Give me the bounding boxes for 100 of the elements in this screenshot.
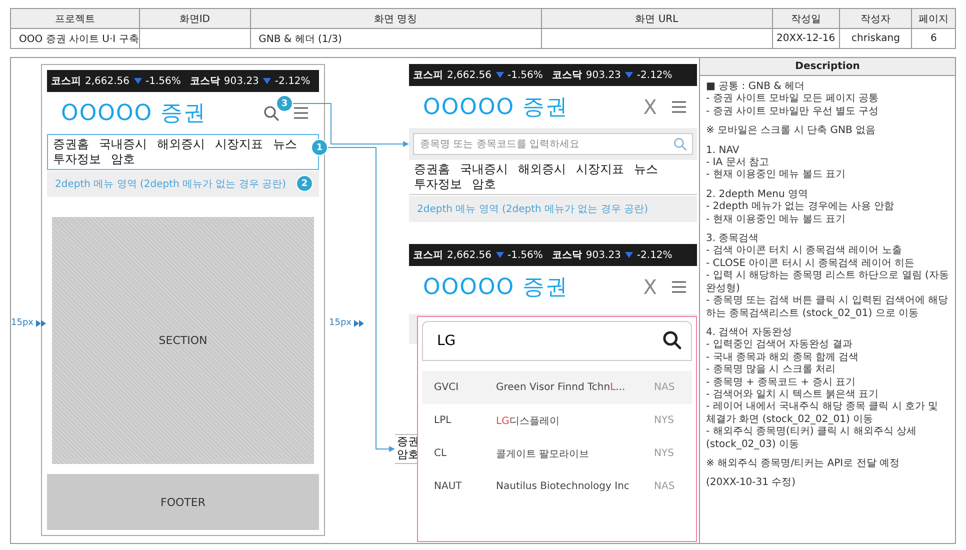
market-text: NAS <box>654 382 676 393</box>
index-value: 2,662.56 <box>85 76 130 86</box>
nav-link[interactable]: 투자정보 <box>52 152 102 167</box>
panel-title: Description <box>700 58 955 76</box>
nav-link[interactable]: 해외증시 <box>517 162 567 177</box>
marker-badge: 2 <box>296 175 313 192</box>
menu-icon <box>671 100 687 114</box>
nav-link[interactable]: 국내증시 <box>98 137 148 152</box>
menu-button[interactable] <box>671 100 687 114</box>
index-change: -1.56% <box>508 250 543 260</box>
column-header: 프로젝트 <box>11 9 140 29</box>
description-line: - CLOSE 아이콘 터시 시 종목검색 레이어 히든 <box>706 258 916 270</box>
ticker-text: LPL <box>434 415 452 426</box>
column-header: 화면 명칭 <box>250 9 542 29</box>
description-line: - 검색 아이콘 터치 시 종목검색 레이어 노출 <box>706 245 903 258</box>
search-icon <box>263 105 279 121</box>
site-logo: OOOOO 증권 <box>61 100 208 128</box>
description-line: 2. 2depth Menu 영역 <box>706 188 810 201</box>
spacing-label: 15px <box>11 318 34 328</box>
column-header: 화면ID <box>140 9 251 29</box>
ticker-text: GVCI <box>434 382 460 393</box>
market-text: NYS <box>654 415 675 426</box>
description-line: ■ 공통 : GNB & 헤더 <box>706 81 806 94</box>
menu-button[interactable] <box>293 106 309 120</box>
description-line: 1. NAV <box>706 144 740 158</box>
column-header: 작성일 <box>772 9 840 29</box>
nav-link[interactable]: 증권홈 <box>413 162 451 177</box>
nav-link[interactable]: 투자정보 <box>413 177 463 192</box>
description-line: - 레이어 내에서 국내주식 해당 종목 클릭 시 호가 및 체결가 화면 (stock_02_02_01) 이동 <box>706 401 940 426</box>
footer-label: FOOTER <box>160 496 206 508</box>
table-cell: 20XX-12-16 <box>772 29 840 49</box>
stock-name: Green Visor Finnd TchnL... <box>496 382 626 393</box>
menu-icon <box>671 280 687 294</box>
index-change: -1.56% <box>146 76 181 86</box>
nav-link[interactable]: 뉴스 <box>633 162 659 177</box>
ticker-text: CL <box>434 448 448 459</box>
stock-name: 콜게이트 팔모라이브 <box>496 448 590 460</box>
description-line: - IA 문서 참고 <box>706 157 770 170</box>
search-field[interactable]: LG <box>422 321 692 361</box>
description-line: - 증권 사이트 모바일만 우선 별도 구성 <box>706 106 880 118</box>
index-name: 코스닥 <box>552 69 582 82</box>
index-value: 2,662.56 <box>447 250 492 260</box>
search-field[interactable]: 종목명 또는 종목코드를 입력하세요 <box>413 133 693 155</box>
close-button[interactable]: X <box>643 275 657 299</box>
description-line: - 종목명 많을 시 스크롤 처리 <box>706 364 837 377</box>
index-name: 코스피 <box>413 69 443 82</box>
description-line: 4. 검색어 자동완성 <box>706 326 793 340</box>
table-cell: OOO 증권 사이트 U·I 구축 <box>11 29 140 49</box>
index-change: -2.12% <box>636 250 672 260</box>
index-change: -2.12% <box>274 76 310 86</box>
column-header: 페이지 <box>912 9 956 29</box>
description-line: - 입력중인 검색어 자동완성 결과 <box>706 339 854 352</box>
table-cell: chriskang <box>840 29 912 49</box>
nav-link[interactable]: 시장지표 <box>214 137 264 152</box>
search-icon <box>662 330 682 350</box>
submenu-text: 2depth 메뉴 영역 (2depth 메뉴가 없는 경우 공란) <box>55 178 286 191</box>
index-change: -2.12% <box>636 70 672 80</box>
table-cell: GNB & 헤더 (1/3) <box>250 29 542 49</box>
marker-badge: 3 <box>276 95 293 112</box>
search-button[interactable] <box>263 105 279 121</box>
section-label: SECTION <box>158 334 208 347</box>
description-line: - 현재 이용중인 메뉴 볼드 표기 <box>706 169 847 182</box>
nav-link[interactable]: 증권홈 <box>52 137 90 152</box>
site-logo: OOOOO 증권 <box>423 94 570 122</box>
nav-link[interactable]: 뉴스 <box>272 137 298 152</box>
ticker-text: NAUT <box>434 481 463 492</box>
nav-link[interactable]: 암호 <box>471 177 497 192</box>
submenu-text: 2depth 메뉴 영역 (2depth 메뉴가 없는 경우 공란) <box>417 203 648 216</box>
column-header: 작성자 <box>840 9 912 29</box>
index-name: 코스피 <box>413 249 443 262</box>
description-line: - 입력 시 해당하는 종목명 리스트 하단으로 열림 (자동완성형) <box>706 270 949 296</box>
index-name: 코스닥 <box>190 75 220 88</box>
index-value: 2,662.56 <box>447 70 492 80</box>
index-value: 903.23 <box>224 76 259 86</box>
result-row[interactable]: LPL LG디스플레이 NYS <box>422 404 692 437</box>
search-icon <box>673 137 687 151</box>
stock-name: Nautilus Biotechnology Inc <box>496 481 630 492</box>
description-line: - 종목명 또는 검색 버튼 클릭 시 입력된 검색어에 해당하는 종목검색리스트 (stock_02_01) 으로 이동 <box>706 295 949 320</box>
nav-link[interactable]: 해외증시 <box>156 137 206 152</box>
result-row[interactable]: NAUT Nautilus Biotechnology Inc NAS <box>422 470 692 503</box>
description-line: - 종목명 + 종목코드 + 증시 표기 <box>706 376 856 389</box>
description-line: (20XX-10-31 수정) <box>706 477 797 490</box>
column-header: 화면 URL <box>542 9 773 29</box>
double-arrow-icon <box>354 320 364 326</box>
nav-text: 암호 <box>397 448 419 461</box>
market-text: NYS <box>654 448 675 459</box>
menu-button[interactable] <box>671 280 687 294</box>
index-value: 903.23 <box>586 70 621 80</box>
result-row[interactable]: CL 콜게이트 팔모라이브 NYS <box>422 437 692 470</box>
index-name: 코스닥 <box>552 249 582 262</box>
nav-link[interactable]: 시장지표 <box>575 162 625 177</box>
description-line: - 증권 사이트 모바일 모든 페이지 공통 <box>706 93 880 106</box>
description-line: ※ 해외주식 종목명/티커는 API로 전달 예정 <box>706 458 900 470</box>
nav-link[interactable]: 암호 <box>110 152 136 167</box>
close-button[interactable]: X <box>643 95 657 119</box>
market-text: NAS <box>654 481 676 492</box>
nav-link[interactable]: 국내증시 <box>459 162 509 177</box>
description-line: - 해외주식 종목명(티커) 클릭 시 해외주식 상세(stock_02_03) 이동 <box>706 426 918 451</box>
double-arrow-icon <box>36 320 46 326</box>
result-row[interactable]: GVCI Green Visor Finnd TchnL... NAS <box>422 371 692 404</box>
